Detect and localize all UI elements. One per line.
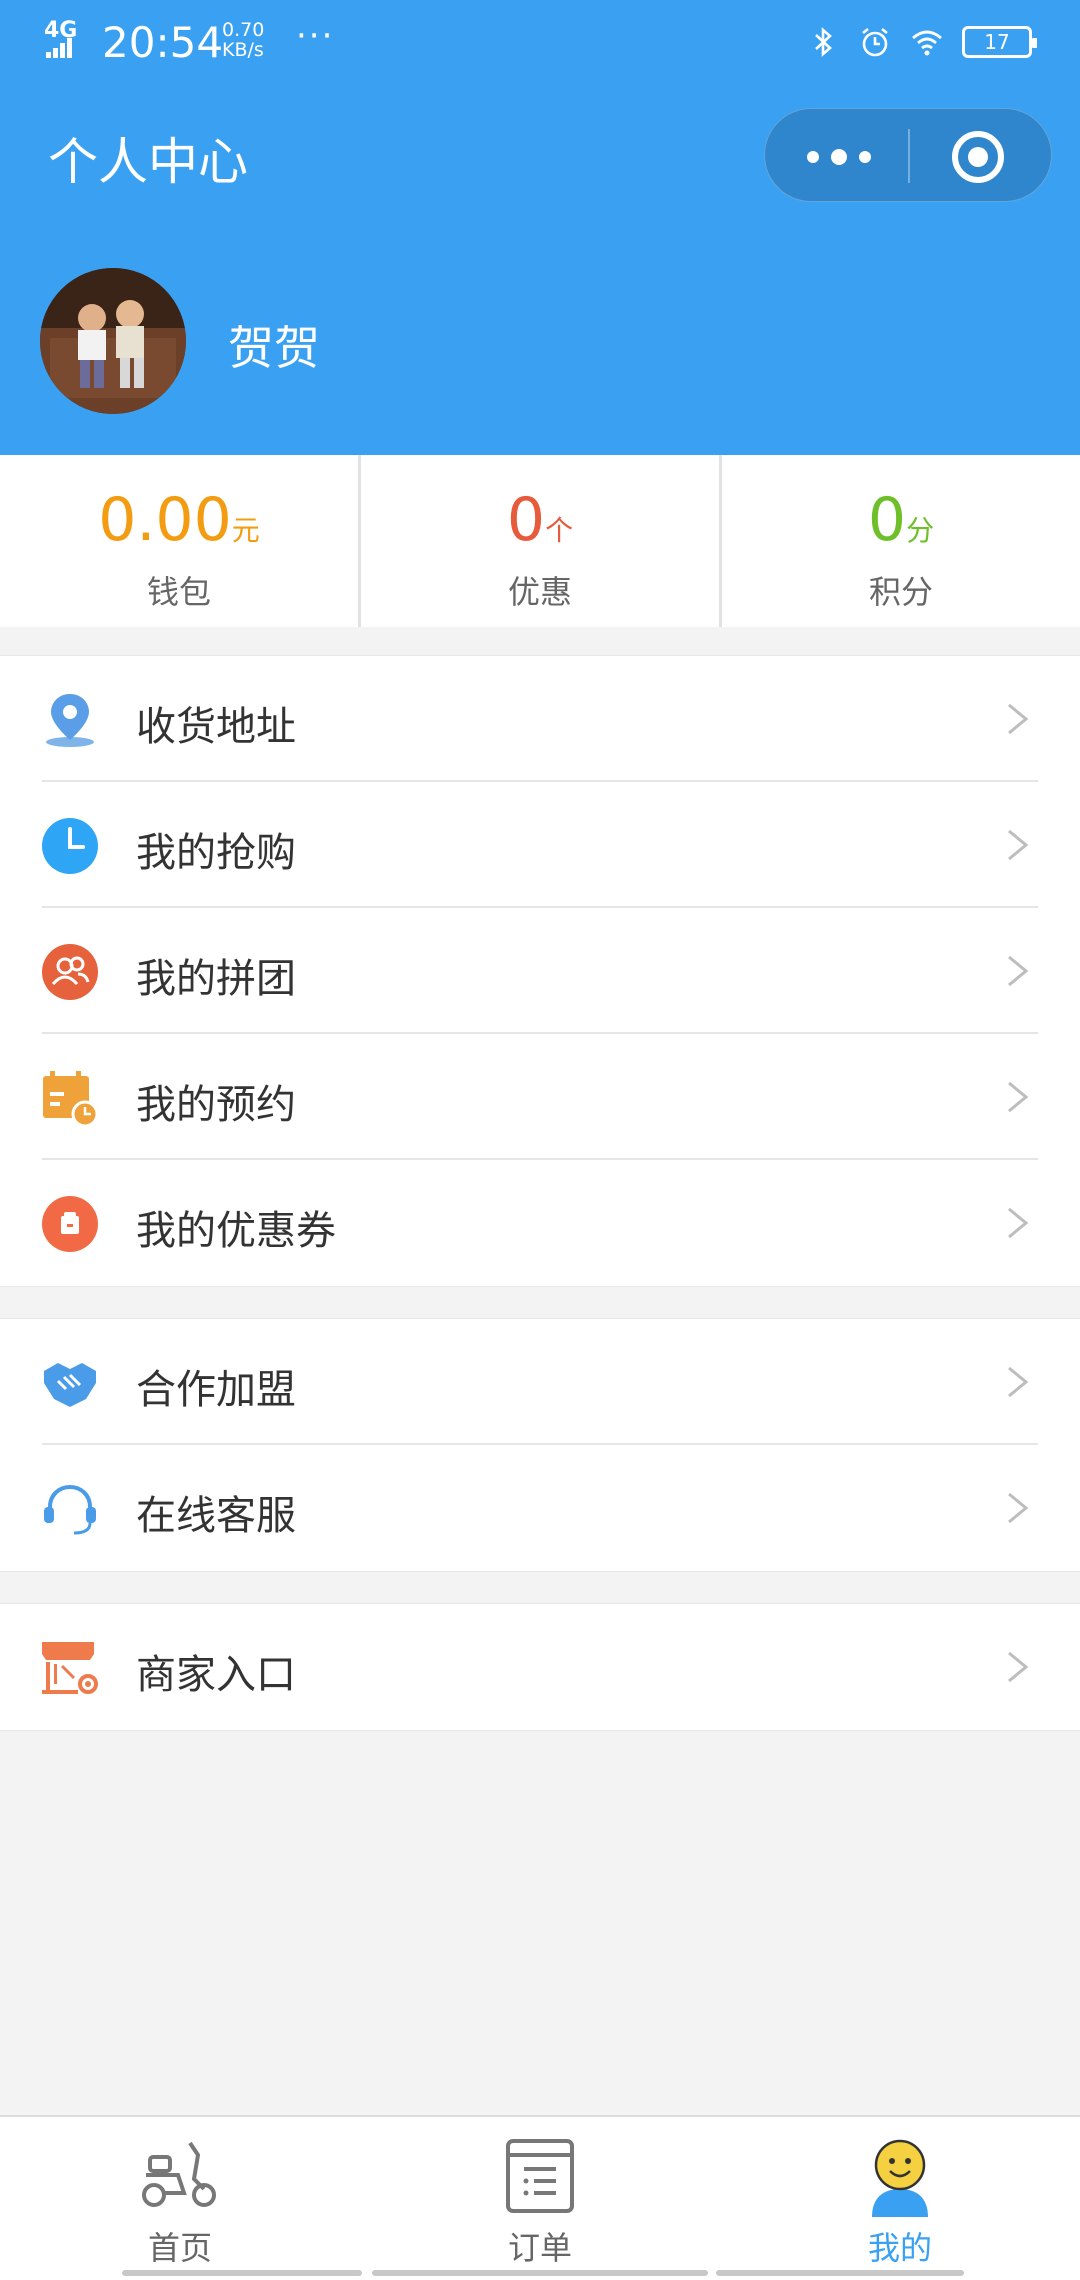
chevron-right-icon (1008, 1081, 1029, 1113)
more-notifications-icon: ··· (296, 16, 335, 56)
coupon-icon (42, 1196, 98, 1252)
network-speed: 0.70 KB/s (222, 19, 265, 61)
chevron-right-icon (1008, 1366, 1029, 1398)
chevron-right-icon (1008, 703, 1029, 735)
chevron-right-icon (1008, 955, 1029, 987)
discount-label: 优惠 (507, 573, 572, 611)
menu-item-flash-sale[interactable]: 我的抢购 (0, 782, 1080, 908)
bottom-tab-bar: 首页 订单 我的 (0, 2115, 1080, 2280)
gesture-bar (122, 2270, 362, 2276)
close-miniprogram-button[interactable] (910, 109, 1053, 203)
points-stat[interactable]: 0分 积分 (722, 455, 1080, 627)
menu-item-merchant-entry[interactable]: 商家入口 (0, 1604, 1080, 1730)
miniprogram-capsule (764, 108, 1052, 202)
wallet-label: 钱包 (146, 573, 211, 611)
menu-item-coupons[interactable]: 我的优惠券 (0, 1160, 1080, 1286)
scooter-icon (142, 2141, 216, 2207)
more-options-button[interactable] (765, 109, 908, 203)
location-pin-icon (46, 694, 94, 747)
status-bar: 4G 20:54 0.70 KB/s ··· 17 (0, 0, 1080, 80)
handshake-icon (44, 1363, 96, 1407)
gesture-bar (716, 2270, 964, 2276)
headset-icon (44, 1484, 96, 1535)
wallet-value: 0.00元 (98, 485, 260, 555)
clock-icon (42, 818, 98, 874)
alarm-icon (862, 27, 888, 57)
menu-item-address[interactable]: 收货地址 (0, 656, 1080, 782)
menu-group-services: 合作加盟 在线客服 (0, 1318, 1080, 1572)
calendar-icon (43, 1071, 99, 1128)
wallet-stat[interactable]: 0.00元 钱包 (0, 455, 361, 627)
target-icon (952, 131, 1004, 183)
menu-group-orders: 收货地址 我的抢购 我的拼团 我的预约 我的优惠券 (0, 655, 1080, 1287)
tab-mine[interactable]: 我的 (720, 2117, 1080, 2280)
menu-item-customer-service[interactable]: 在线客服 (0, 1445, 1080, 1571)
menu-item-franchise[interactable]: 合作加盟 (0, 1319, 1080, 1445)
page-title: 个人中心 (48, 133, 248, 191)
status-icons: 17 (806, 22, 1037, 62)
discount-value: 0个 (506, 485, 574, 555)
menu-item-reservation[interactable]: 我的预约 (0, 1034, 1080, 1160)
signal-icon (46, 38, 72, 58)
bluetooth-icon (815, 27, 832, 57)
clock-time: 20:54 (102, 18, 224, 67)
avatar-photo (40, 268, 186, 414)
menu-item-group-buy[interactable]: 我的拼团 (0, 908, 1080, 1034)
gesture-bar (372, 2270, 708, 2276)
username: 贺贺 (228, 321, 320, 375)
battery-icon: 17 (962, 26, 1037, 58)
wifi-icon (912, 30, 942, 56)
account-stats: 0.00元 钱包 0个 优惠 0分 积分 (0, 455, 1080, 627)
smiley-user-icon (872, 2139, 928, 2217)
chevron-right-icon (1008, 1492, 1029, 1524)
discount-stat[interactable]: 0个 优惠 (361, 455, 722, 627)
chevron-right-icon (1008, 829, 1029, 861)
menu-group-merchant: 商家入口 (0, 1603, 1080, 1731)
points-value: 0分 (867, 485, 935, 555)
chevron-right-icon (1008, 1207, 1029, 1239)
points-label: 积分 (868, 573, 933, 611)
profile-header: 4G 20:54 0.70 KB/s ··· 17 个人中心 贺贺 (0, 0, 1080, 455)
shop-settings-icon (42, 1642, 98, 1694)
group-users-icon (42, 944, 98, 1000)
tab-orders[interactable]: 订单 (360, 2117, 720, 2280)
chevron-right-icon (1008, 1651, 1029, 1683)
avatar[interactable] (40, 268, 186, 414)
order-list-icon (506, 2139, 574, 2213)
tab-home[interactable]: 首页 (0, 2117, 360, 2280)
